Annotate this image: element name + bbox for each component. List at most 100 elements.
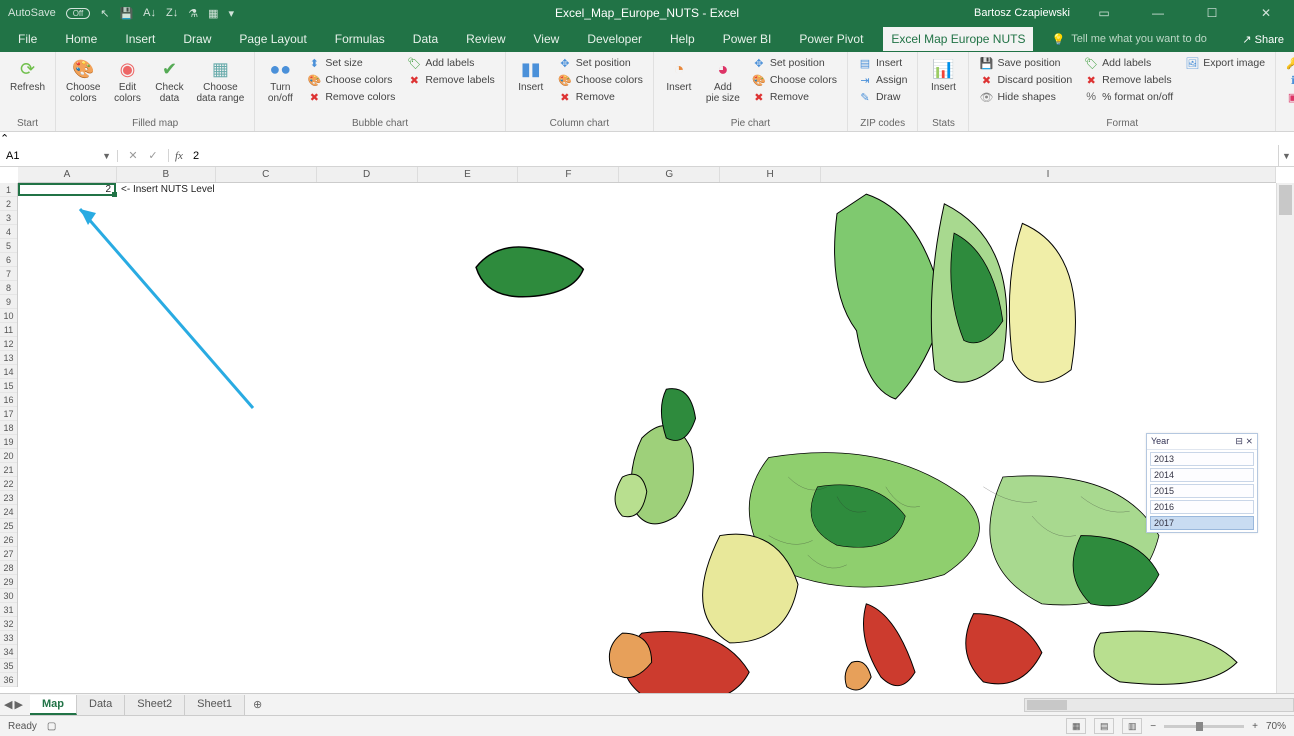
edit-colors-button[interactable]: ◉Edit colors (108, 55, 146, 106)
slicer-item-2017[interactable]: 2017 (1150, 516, 1254, 530)
qat-paste-icon[interactable]: ▦ (208, 7, 218, 20)
zoom-out-button[interactable]: − (1150, 721, 1156, 732)
format-remove-labels-button[interactable]: ✖Remove labels (1080, 72, 1177, 88)
turn-onoff-button[interactable]: ●●Turn on/off (261, 55, 299, 106)
cells-area[interactable]: 2 <- Insert NUTS Level (18, 183, 1276, 693)
sheet-nav-prev-icon[interactable]: ◀ (4, 698, 12, 711)
choose-range-button[interactable]: ▦Choose data range (192, 55, 248, 106)
tab-home[interactable]: Home (57, 27, 105, 51)
tab-excel-map[interactable]: Excel Map Europe NUTS (883, 27, 1033, 51)
bubble-remove-colors-button[interactable]: ✖Remove colors (303, 89, 399, 105)
cancel-formula-icon[interactable]: ✕ (126, 149, 140, 162)
add-sheet-button[interactable]: ⊕ (245, 695, 270, 714)
license-button[interactable]: 🔑License (1282, 55, 1294, 71)
tab-review[interactable]: Review (458, 27, 513, 51)
column-header-B[interactable]: B (117, 167, 216, 182)
formula-expand-icon[interactable]: ▼ (1278, 145, 1294, 166)
sheet-tab-sheet2[interactable]: Sheet2 (125, 695, 185, 715)
sheet-tab-map[interactable]: Map (30, 695, 77, 715)
qat-save-icon[interactable]: 💾 (119, 7, 133, 20)
save-position-button[interactable]: 💾Save position (975, 55, 1076, 71)
horizontal-scroll-thumb[interactable] (1027, 700, 1067, 710)
row-header-27[interactable]: 27 (0, 547, 17, 561)
zip-insert-button[interactable]: ▤Insert (854, 55, 912, 71)
pie-remove-button[interactable]: ✖Remove (748, 89, 841, 105)
column-header-G[interactable]: G (619, 167, 720, 182)
row-header-2[interactable]: 2 (0, 197, 17, 211)
accept-formula-icon[interactable]: ✓ (146, 149, 160, 162)
row-header-20[interactable]: 20 (0, 449, 17, 463)
ribbon-options-icon[interactable]: ▭ (1084, 6, 1124, 20)
normal-view-button[interactable]: ▦ (1066, 718, 1086, 734)
row-header-34[interactable]: 34 (0, 645, 17, 659)
horizontal-scrollbar[interactable] (1024, 698, 1294, 712)
row-header-7[interactable]: 7 (0, 267, 17, 281)
tell-me-search[interactable]: 💡 Tell me what you want to do (1051, 33, 1206, 46)
row-header-28[interactable]: 28 (0, 561, 17, 575)
row-header-23[interactable]: 23 (0, 491, 17, 505)
row-header-35[interactable]: 35 (0, 659, 17, 673)
slicer-clear-icon[interactable]: ⨯ (1245, 436, 1253, 446)
slicer-item-2014[interactable]: 2014 (1150, 468, 1254, 482)
tab-draw[interactable]: Draw (175, 27, 219, 51)
discard-position-button[interactable]: ✖Discard position (975, 72, 1076, 88)
row-header-16[interactable]: 16 (0, 393, 17, 407)
row-header-17[interactable]: 17 (0, 407, 17, 421)
share-button[interactable]: ↗ Share (1242, 33, 1284, 46)
page-break-view-button[interactable]: ▥ (1122, 718, 1142, 734)
qat-cursor-icon[interactable]: ↖ (100, 7, 109, 20)
column-choose-colors-button[interactable]: 🎨Choose colors (554, 72, 647, 88)
sheet-nav-next-icon[interactable]: ▶ (14, 698, 22, 711)
row-header-11[interactable]: 11 (0, 323, 17, 337)
qat-more-icon[interactable]: ▾ (229, 7, 235, 20)
row-header-19[interactable]: 19 (0, 435, 17, 449)
row-header-32[interactable]: 32 (0, 617, 17, 631)
row-header-13[interactable]: 13 (0, 351, 17, 365)
qat-sort-asc-icon[interactable]: A↓ (143, 7, 156, 19)
vertical-scrollbar[interactable] (1276, 183, 1294, 693)
zoom-slider-knob[interactable] (1196, 722, 1203, 731)
column-insert-button[interactable]: ▮▮Insert (512, 55, 550, 95)
tab-power-bi[interactable]: Power BI (715, 27, 780, 51)
qat-filter-icon[interactable]: ⚗ (188, 7, 198, 20)
autosave-toggle[interactable]: Off (66, 8, 91, 19)
row-header-30[interactable]: 30 (0, 589, 17, 603)
pie-set-pos-button[interactable]: ✥Set position (748, 55, 841, 71)
column-remove-button[interactable]: ✖Remove (554, 89, 647, 105)
set-size-button[interactable]: ⬍Set size (303, 55, 399, 71)
row-header-33[interactable]: 33 (0, 631, 17, 645)
slicer-item-2015[interactable]: 2015 (1150, 484, 1254, 498)
row-header-22[interactable]: 22 (0, 477, 17, 491)
bubble-choose-colors-button[interactable]: 🎨Choose colors (303, 72, 399, 88)
row-header-18[interactable]: 18 (0, 421, 17, 435)
zip-assign-button[interactable]: ⇥Assign (854, 72, 912, 88)
formula-input[interactable] (189, 150, 1278, 162)
pie-insert-button[interactable]: ◔Insert (660, 55, 698, 95)
export-image-button[interactable]: 🖼Export image (1181, 55, 1269, 71)
row-header-9[interactable]: 9 (0, 295, 17, 309)
choose-colors-button[interactable]: 🎨Choose colors (62, 55, 104, 106)
bubble-add-labels-button[interactable]: 🏷Add labels (403, 55, 498, 71)
tab-insert[interactable]: Insert (117, 27, 163, 51)
row-header-25[interactable]: 25 (0, 519, 17, 533)
maximize-button[interactable]: ☐ (1192, 6, 1232, 20)
row-header-12[interactable]: 12 (0, 337, 17, 351)
cell-A1[interactable]: 2 (18, 183, 114, 196)
column-header-F[interactable]: F (518, 167, 619, 182)
row-header-5[interactable]: 5 (0, 239, 17, 253)
row-header-36[interactable]: 36 (0, 673, 17, 687)
page-layout-view-button[interactable]: ▤ (1094, 718, 1114, 734)
row-header-14[interactable]: 14 (0, 365, 17, 379)
name-box[interactable]: A1 ▼ (0, 150, 118, 162)
macro-record-icon[interactable]: ▢ (47, 721, 56, 732)
slicer-item-2016[interactable]: 2016 (1150, 500, 1254, 514)
pie-choose-colors-button[interactable]: 🎨Choose colors (748, 72, 841, 88)
column-set-pos-button[interactable]: ✥Set position (554, 55, 647, 71)
pct-format-button[interactable]: %% format on/off (1080, 89, 1177, 105)
qat-sort-desc-icon[interactable]: Z↓ (166, 7, 178, 19)
name-box-dropdown-icon[interactable]: ▼ (102, 151, 111, 161)
hide-shapes-button[interactable]: 👁Hide shapes (975, 89, 1076, 105)
slicer-item-2013[interactable]: 2013 (1150, 452, 1254, 466)
row-header-31[interactable]: 31 (0, 603, 17, 617)
column-header-A[interactable]: A (18, 167, 117, 182)
